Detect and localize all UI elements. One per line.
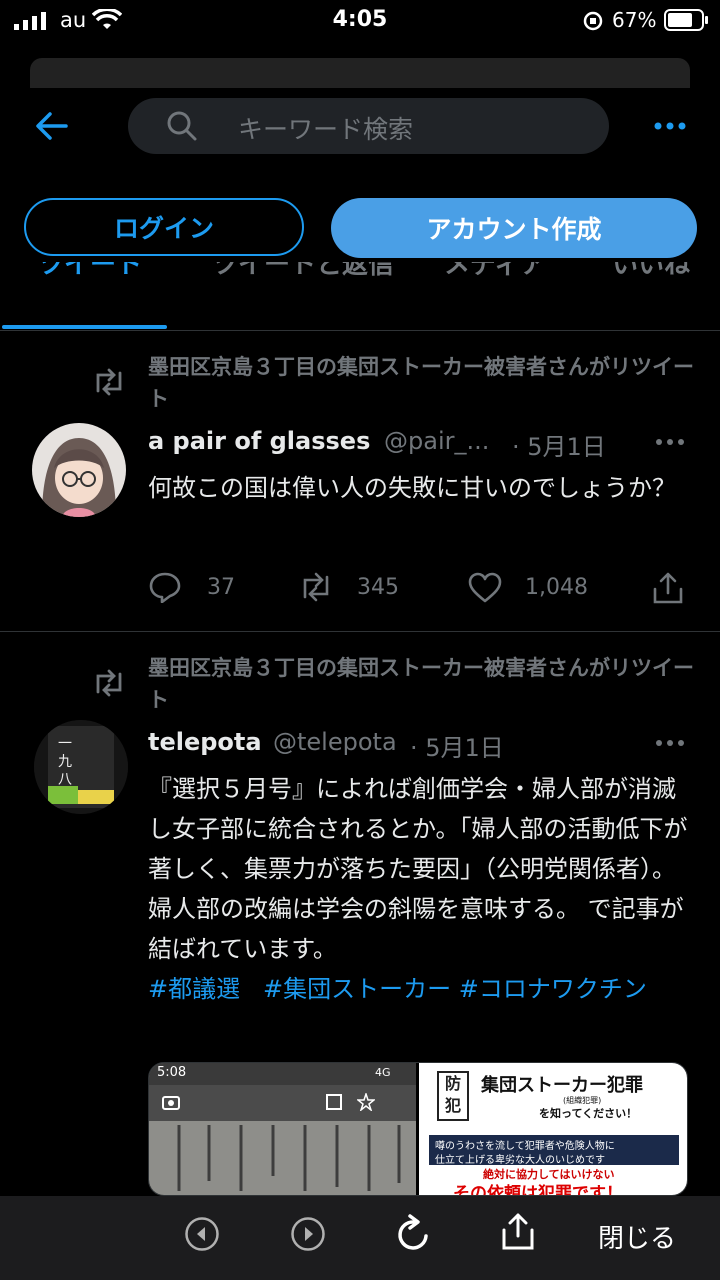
tweet-more-icon[interactable] — [654, 736, 686, 750]
reload-icon[interactable] — [394, 1214, 434, 1256]
user-avatar-book-cover: 一 九 八 — [34, 720, 128, 814]
reply-count: 37 — [207, 575, 235, 600]
battery-icon — [664, 9, 708, 31]
tab-media[interactable]: メディア — [444, 262, 546, 281]
retweeted-by-label[interactable]: 墨田区京島３丁目の集団ストーカー被害者さんがリツイート — [148, 351, 698, 415]
back-icon[interactable] — [184, 1216, 220, 1252]
sheet-handle-area — [30, 58, 690, 88]
forward-icon[interactable] — [290, 1216, 326, 1252]
username[interactable]: @telepota — [273, 728, 397, 756]
search-placeholder: キーワード検索 — [238, 115, 414, 144]
avatar[interactable] — [32, 423, 126, 517]
retweet-action-icon[interactable] — [298, 571, 334, 603]
create-account-button[interactable]: アカウント作成 — [331, 198, 697, 258]
tab-likes[interactable]: いいね — [612, 262, 690, 281]
media-time: 5:08 — [157, 1065, 187, 1080]
user-avatar-glasses — [42, 438, 116, 517]
media-image-flyer[interactable]: 防犯 集団ストーカー犯罪 (組織犯罪) を知ってください！ 噂のうわさを流して犯… — [419, 1063, 687, 1196]
orientation-lock-icon — [583, 11, 603, 31]
tweet-text-body: 『選択５月号』によれば創価学会・婦人部が消滅し女子部に統合されるとか。「婦人部の… — [148, 775, 688, 963]
search-icon — [167, 111, 197, 141]
tweet-date[interactable]: · 5月1日 — [410, 728, 504, 763]
like-icon[interactable] — [467, 572, 503, 604]
tweet-text: 何故この国は偉い人の失敗に甘いのでしょうか？ — [148, 474, 676, 502]
tab-tweets[interactable]: ツイート — [38, 262, 142, 281]
active-tab-indicator — [2, 325, 167, 329]
retweeted-by-label[interactable]: 墨田区京島３丁目の集団ストーカー被害者さんがリツイート — [148, 652, 698, 716]
battery-percent: 67% — [612, 8, 657, 32]
tab-tweets-replies[interactable]: ツイートと返信 — [212, 262, 394, 281]
retweet-icon — [96, 669, 122, 697]
share-page-icon[interactable] — [500, 1212, 536, 1252]
more-options-icon[interactable] — [652, 118, 688, 134]
svg-text:八: 八 — [58, 772, 72, 788]
status-bar: au 4:05 67% — [0, 0, 720, 44]
tweet[interactable]: 墨田区京島３丁目の集団ストーカー被害者さんがリツイート a pair of gl… — [0, 331, 720, 631]
hashtag[interactable]: #集団ストーカー — [263, 975, 451, 1003]
login-button[interactable]: ログイン — [24, 198, 304, 256]
book-page-text — [177, 1125, 401, 1191]
display-name[interactable]: a pair of glasses — [148, 427, 370, 455]
star-icon — [357, 1093, 375, 1111]
username[interactable]: @pair_... — [384, 427, 489, 455]
back-arrow-icon[interactable] — [34, 110, 70, 142]
hashtag[interactable]: #都議選 — [148, 975, 240, 1003]
hashtag[interactable]: #コロナワクチン — [459, 975, 647, 1003]
image-icon — [326, 1094, 342, 1110]
media-signal: 4G — [375, 1066, 391, 1079]
tweet[interactable]: 墨田区京島３丁目の集団ストーカー被害者さんがリツイート 一 九 八 telepo… — [0, 632, 720, 1196]
svg-text:一: 一 — [58, 736, 72, 752]
retweet-icon — [96, 368, 122, 396]
tweet-more-icon[interactable] — [654, 435, 686, 449]
share-icon[interactable] — [652, 571, 684, 605]
like-count: 1,048 — [525, 575, 588, 600]
display-name[interactable]: telepota — [148, 728, 262, 756]
reply-icon[interactable] — [148, 571, 182, 603]
media-stamp: 防犯 — [437, 1071, 469, 1121]
media-title: 集団ストーカー犯罪 — [481, 1075, 643, 1096]
avatar[interactable]: 一 九 八 — [34, 720, 128, 814]
profile-tabs: ツイート ツイートと返信 メディア いいね — [0, 262, 720, 290]
media-line-2: 仕立て上げる卑劣な大人のいじめです — [435, 1155, 605, 1166]
media-line-1: 噂のうわさを流して犯罪者や危険人物に — [435, 1141, 615, 1152]
svg-text:九: 九 — [58, 754, 72, 770]
media-image-screenshot[interactable]: 5:08 4G — [149, 1063, 416, 1195]
media-know: を知ってください！ — [539, 1107, 638, 1120]
close-button[interactable]: 閉じる — [598, 1218, 676, 1255]
tweet-media[interactable]: 5:08 4G 防犯 集団ストーカー犯罪 (組織犯罪) を知ってください！ 噂の… — [148, 1062, 688, 1196]
media-big-text: その依頼は犯罪です！ — [453, 1184, 623, 1196]
tweet-date[interactable]: · 5月1日 — [512, 427, 606, 462]
camera-icon — [162, 1096, 180, 1110]
tweet-text: 『選択５月号』によれば創価学会・婦人部が消滅し女子部に統合されるとか。「婦人部の… — [148, 769, 696, 1009]
retweet-count: 345 — [357, 575, 399, 600]
